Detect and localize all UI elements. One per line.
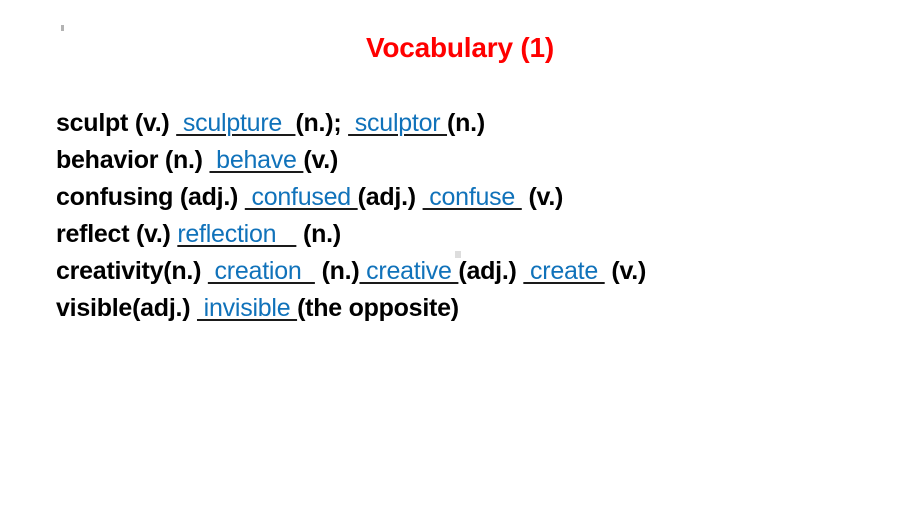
prompt-text: confusing (adj.) (56, 183, 245, 211)
stray-mark-artifact (61, 25, 64, 31)
vocabulary-list: sculpt (v.) sculpture (n.); sculptor (n.… (56, 105, 906, 327)
answer-blank[interactable]: sculptor (348, 109, 447, 137)
answer-blank[interactable]: creation (208, 257, 315, 285)
answer-blank[interactable]: create (523, 257, 604, 285)
prompt-text: behavior (n.) (56, 146, 210, 174)
answer-blank[interactable]: behave (209, 146, 303, 174)
prompt-text: (n.) (296, 220, 341, 248)
prompt-text: (n.); (295, 109, 349, 137)
prompt-text: (v.) (303, 146, 339, 174)
line-creativity: creativity(n.) creation (n.) creative (a… (56, 253, 906, 290)
prompt-text: (v.) (604, 257, 647, 285)
prompt-text: (v.) (521, 183, 564, 211)
prompt-text: (n.) (314, 257, 360, 285)
prompt-text: sculpt (v.) (56, 109, 177, 137)
prompt-text: (adj.) (357, 183, 423, 211)
prompt-text: (adj.) (458, 257, 524, 285)
line-behavior: behavior (n.) behave (v.) (56, 142, 906, 179)
answer-blank[interactable]: creative (359, 257, 458, 285)
prompt-text: visible(adj.) (56, 294, 197, 322)
prompt-text: creativity(n.) (56, 257, 208, 285)
answer-blank[interactable]: confused (245, 183, 358, 211)
page-title: Vocabulary (1) (365, 32, 555, 63)
slide-canvas: Vocabulary (1) sculpt (v.) sculpture (n.… (0, 0, 920, 518)
line-confusing: confusing (adj.) confused (adj.) confuse… (56, 179, 906, 216)
line-reflect: reflect (v.) reflection (n.) (56, 216, 906, 253)
line-sculpt: sculpt (v.) sculpture (n.); sculptor (n.… (56, 105, 906, 142)
prompt-text: (n.) (447, 109, 485, 137)
answer-blank[interactable]: reflection (177, 220, 296, 248)
stray-mark-artifact-secondary (455, 251, 461, 258)
prompt-text: reflect (v.) (56, 220, 178, 248)
answer-blank[interactable]: invisible (197, 294, 297, 322)
answer-blank[interactable]: confuse (423, 183, 522, 211)
answer-blank[interactable]: sculpture (176, 109, 295, 137)
prompt-text: (the opposite) (297, 294, 459, 322)
line-visible: visible(adj.) invisible (the opposite) (56, 290, 906, 327)
